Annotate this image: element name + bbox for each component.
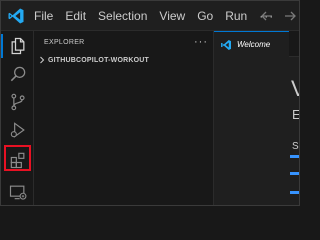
files-icon	[11, 37, 24, 55]
tab-bar: Welcome	[214, 31, 299, 57]
welcome-link[interactable]	[290, 172, 299, 175]
menu-run[interactable]: Run	[219, 1, 253, 31]
title-bar: File Edit Selection View Go Run ···	[1, 1, 299, 31]
welcome-link[interactable]	[290, 191, 299, 194]
welcome-subheading: E	[292, 107, 300, 122]
tab-welcome[interactable]: Welcome	[214, 31, 289, 57]
editor-area: Welcome V E S	[214, 31, 300, 205]
menu-selection[interactable]: Selection	[92, 1, 153, 31]
menu-edit[interactable]: Edit	[59, 1, 92, 31]
welcome-link[interactable]	[290, 155, 299, 158]
folder-label: GITHUBCOPILOT-WORKOUT	[48, 56, 150, 64]
vscode-window: File Edit Selection View Go Run ··· EXPL…	[0, 0, 300, 206]
menu-view[interactable]: View	[153, 1, 191, 31]
menu-bar: File Edit Selection View Go Run ···	[34, 1, 280, 31]
welcome-section-title: S	[292, 141, 299, 152]
arrow-right-icon[interactable]	[282, 8, 298, 24]
vscode-logo-icon[interactable]	[7, 7, 25, 25]
tab-label: Welcome	[237, 40, 271, 49]
menu-file[interactable]: File	[34, 1, 59, 31]
source-control-icon	[10, 93, 25, 111]
vscode-tab-icon	[221, 39, 231, 50]
activity-bar	[1, 31, 34, 205]
activity-run-debug[interactable]	[1, 115, 34, 145]
arrow-left-icon[interactable]	[259, 8, 275, 24]
active-indicator	[1, 34, 3, 58]
search-icon	[10, 66, 25, 82]
sidebar-more-button[interactable]: ···	[194, 31, 208, 53]
chevron-right-icon	[40, 56, 45, 64]
activity-search[interactable]	[1, 59, 34, 89]
extensions-highlight-box	[4, 145, 31, 171]
sidebar-title: EXPLORER	[44, 39, 85, 46]
run-debug-icon	[10, 122, 25, 138]
activity-remote-explorer[interactable]	[1, 177, 34, 205]
remote-explorer-icon	[9, 185, 26, 200]
folder-section-header[interactable]: GITHUBCOPILOT-WORKOUT	[34, 53, 214, 67]
welcome-heading: V	[291, 77, 299, 101]
activity-source-control[interactable]	[1, 87, 34, 117]
menu-go[interactable]: Go	[191, 1, 219, 31]
explorer-sidebar: EXPLORER ··· GITHUBCOPILOT-WORKOUT	[34, 31, 214, 205]
activity-explorer[interactable]	[1, 31, 34, 61]
